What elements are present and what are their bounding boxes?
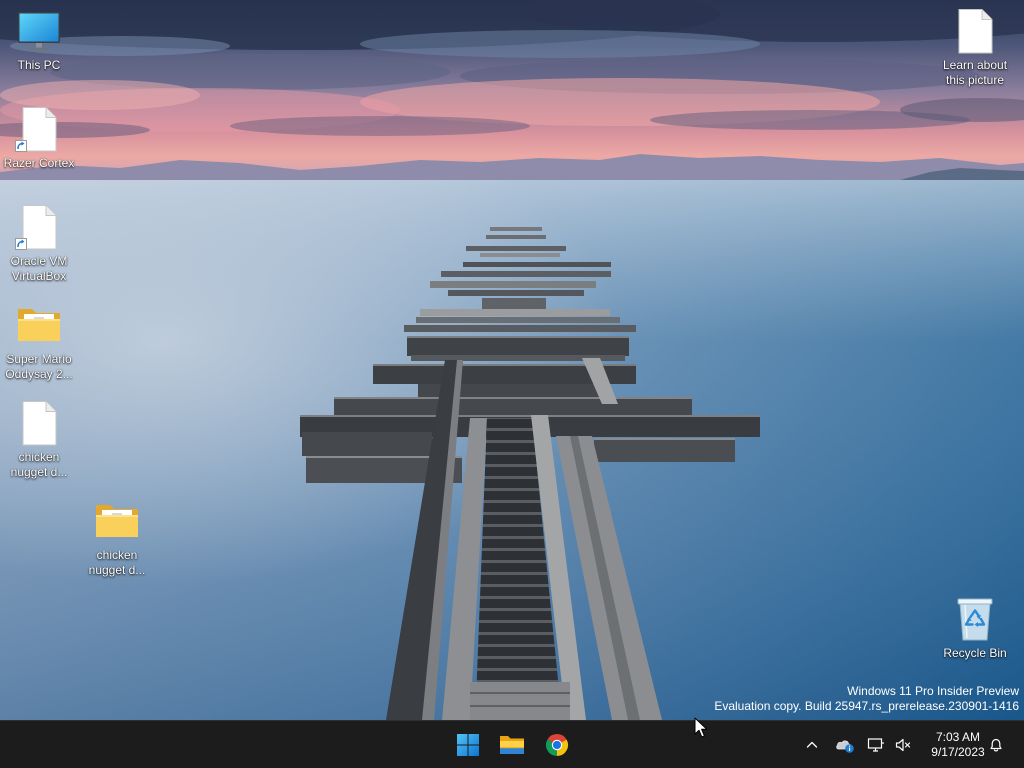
recycle-bin-icon	[951, 596, 999, 644]
windows-start-icon	[456, 733, 480, 757]
notifications-button[interactable]	[984, 725, 1008, 765]
desktop-icon-label: chicken nugget d...	[10, 450, 68, 479]
desktop-icon-this-pc[interactable]: This PC	[0, 8, 78, 73]
computer-icon	[15, 8, 63, 56]
desktop-icon-super-mario-folder[interactable]: Super Mario Oddysay 2...	[0, 302, 78, 382]
mouse-cursor	[694, 717, 708, 739]
file-icon	[15, 400, 63, 448]
shortcut-file-icon	[15, 204, 63, 252]
evaluation-watermark: Windows 11 Pro Insider Preview Evaluatio…	[714, 684, 1019, 714]
desktop-icon-label: Learn about this picture	[942, 58, 1008, 87]
chevron-up-icon	[804, 737, 820, 753]
desktop-icon-learn-about-this-picture[interactable]: Learn about this picture	[936, 8, 1014, 88]
desktop-icon-label: Oracle VM VirtualBox	[10, 254, 68, 283]
show-hidden-icons-button[interactable]	[800, 725, 824, 765]
desktop-icon-chicken-nugget-file[interactable]: chicken nugget d...	[0, 400, 78, 480]
desktop-icon-label: This PC	[17, 58, 61, 72]
chrome-button[interactable]	[537, 725, 577, 765]
network-icon	[867, 737, 885, 753]
watermark-build: Evaluation copy. Build 25947.rs_prerelea…	[714, 699, 1019, 713]
desktop-icon-label: Razer Cortex	[3, 156, 75, 170]
onedrive-icon	[835, 736, 855, 754]
file-explorer-button[interactable]	[492, 725, 532, 765]
chrome-icon	[545, 733, 569, 757]
desktop-wallpaper	[0, 0, 1024, 720]
file-icon	[951, 8, 999, 56]
folder-icon	[15, 302, 63, 350]
desktop-icon-label: Super Mario Oddysay 2...	[5, 352, 73, 381]
shortcut-file-icon	[15, 106, 63, 154]
folder-icon	[93, 498, 141, 546]
desktop-icon-oracle-vm-virtualbox[interactable]: Oracle VM VirtualBox	[0, 204, 78, 284]
watermark-edition: Windows 11 Pro Insider Preview	[847, 684, 1019, 698]
taskbar: 7:03 AM 9/17/2023	[0, 720, 1024, 768]
desktop-icon-recycle-bin[interactable]: Recycle Bin	[936, 596, 1014, 661]
desktop-icon-chicken-nugget-folder[interactable]: chicken nugget d...	[78, 498, 156, 578]
desktop-icon-label: Recycle Bin	[943, 646, 1007, 660]
file-explorer-icon	[499, 733, 525, 757]
start-button[interactable]	[448, 725, 488, 765]
desktop-icon-label: chicken nugget d...	[88, 548, 146, 577]
clock-date: 9/17/2023	[931, 745, 985, 759]
volume-muted-icon	[895, 737, 911, 753]
onedrive-tray-button[interactable]	[832, 725, 858, 765]
bell-icon	[988, 737, 1004, 753]
quick-settings-button[interactable]	[862, 725, 916, 765]
clock-time: 7:03 AM	[935, 730, 981, 744]
desktop-icon-razer-cortex[interactable]: Razer Cortex	[0, 106, 78, 171]
